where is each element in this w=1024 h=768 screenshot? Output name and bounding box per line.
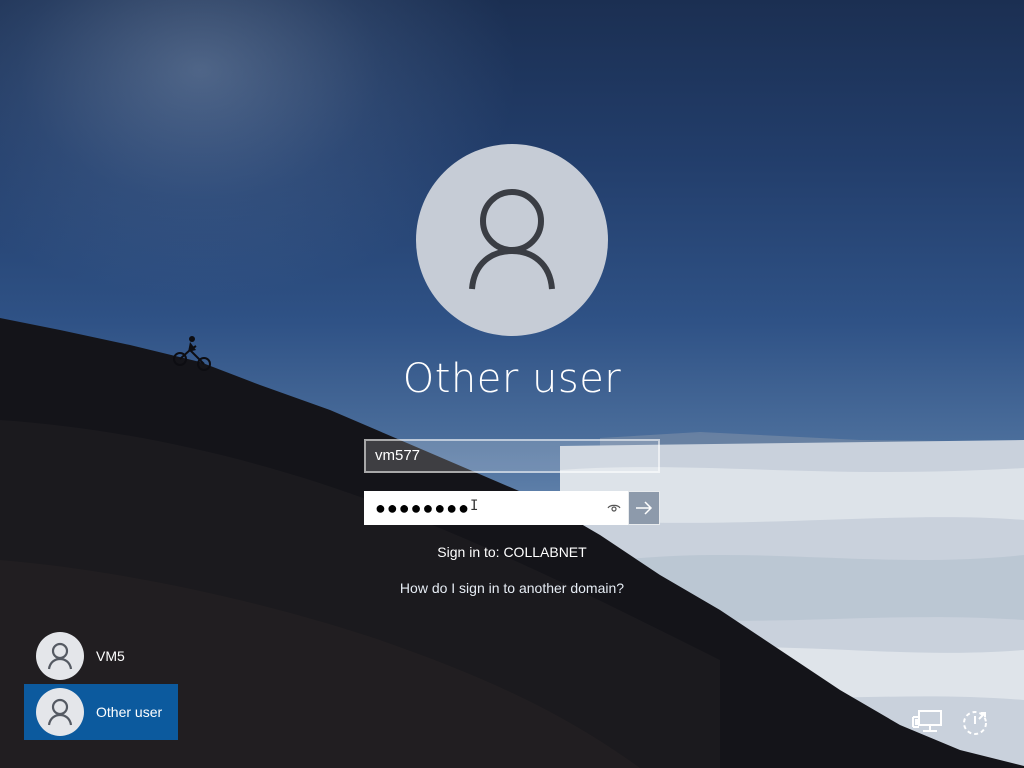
user-title: Other user xyxy=(402,356,622,402)
user-list-item-other-user[interactable]: Other user xyxy=(24,684,178,740)
user-list-item-vm5[interactable]: VM5 xyxy=(24,628,178,684)
avatar xyxy=(36,632,84,680)
person-silhouette-icon xyxy=(47,698,73,726)
eye-icon xyxy=(607,504,621,512)
user-list-label: Other user xyxy=(96,704,163,720)
text-cursor: I xyxy=(470,498,479,514)
sign-in-domain-text: Sign in to: COLLABNET xyxy=(437,544,587,560)
domain-help-link[interactable]: How do I sign in to another domain? xyxy=(312,580,712,596)
submit-button[interactable] xyxy=(628,491,660,525)
user-avatar-large xyxy=(416,144,608,336)
lock-screen: Other user vm577 ●●●●●●●● I Sign in to: … xyxy=(0,0,1024,768)
user-list-label: VM5 xyxy=(96,648,125,664)
arrow-right-icon xyxy=(636,501,653,515)
username-field[interactable]: vm577 xyxy=(364,439,660,473)
password-field[interactable]: ●●●●●●●● I xyxy=(364,491,660,525)
reveal-password-button[interactable] xyxy=(600,493,628,523)
avatar xyxy=(36,688,84,736)
person-silhouette-icon xyxy=(469,189,555,290)
power-icon xyxy=(963,711,987,735)
network-button[interactable] xyxy=(910,706,944,738)
power-button[interactable] xyxy=(958,706,992,738)
network-icon xyxy=(912,710,942,732)
person-silhouette-icon xyxy=(47,642,73,670)
password-masked-value: ●●●●●●●● xyxy=(375,498,470,518)
